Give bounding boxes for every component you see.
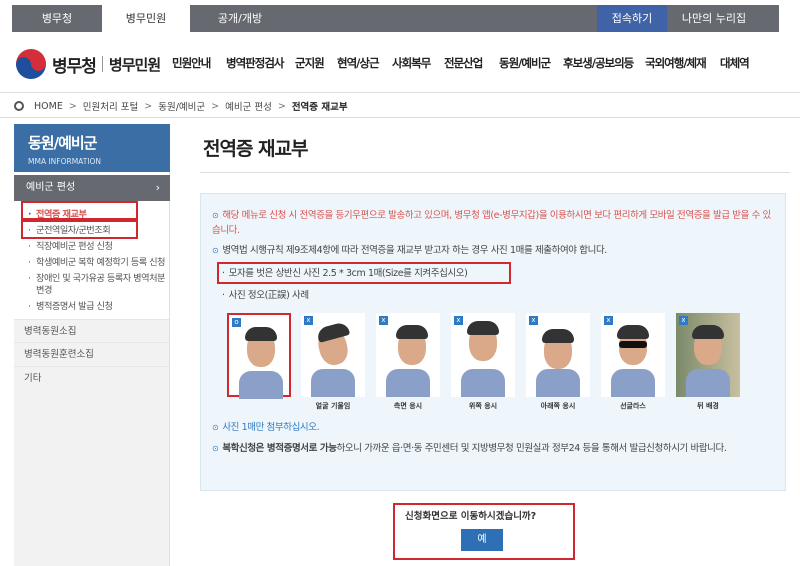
breadcrumb-portal[interactable]: 민원처리 포털	[83, 99, 138, 113]
photo-caption-tilted: 얼굴 기울임	[315, 402, 351, 410]
photo-example-background: x	[676, 313, 740, 397]
notice-return-school-text: 하오니 가까운 읍·면·동 주민센터 및 지방병무청 민원실과 정부24 등을 …	[336, 443, 727, 454]
gnb-enlist[interactable]: 군지원	[295, 55, 325, 71]
taegeuk-logo-icon	[16, 49, 46, 79]
tab-open-data[interactable]: 공개/개방	[190, 5, 290, 32]
notice-mobile-wallet: ⊙ 해당 메뉴로 신청 시 전역증을 등기우편으로 발송하고 있으며, 병무청 앱…	[212, 210, 771, 236]
page-title: 전역증 재교부	[203, 138, 308, 160]
notice-mobile-wallet-text: 해당 메뉴로 신청 시 전역증을 등기우편으로 발송하고 있으며, 병무청 앱(…	[212, 210, 771, 236]
my-page-button[interactable]: 나만의 누리집	[667, 5, 761, 32]
breadcrumb-reserve[interactable]: 예비군 편성	[225, 99, 272, 113]
gnb-overseas[interactable]: 국외여행/체재	[645, 55, 707, 71]
gnb-exam[interactable]: 병역판정검사	[226, 55, 284, 71]
highlight-box-lookup	[21, 220, 138, 239]
photo-example-correct: o	[227, 313, 291, 399]
wrong-mark-icon: x	[529, 316, 538, 325]
gnb-active-duty[interactable]: 현역/상근	[337, 55, 380, 71]
notice-return-school-bold: 복학신청은 병적증명서로 가능	[222, 443, 337, 454]
top-bar: 병무청 병무민원 공개/개방 접속하기 나만의 누리집	[0, 0, 800, 38]
logo-sub-text: 병무민원	[108, 55, 161, 74]
wrong-mark-icon: x	[304, 316, 313, 325]
sub-item-military-cert[interactable]: 병적증명서 발급 신청	[24, 299, 169, 315]
sidebar-item-label: 예비군 편성	[26, 182, 76, 193]
sidebar-item-mobilization-training[interactable]: 병력동원훈련소집	[14, 343, 169, 367]
gnb-mobilization[interactable]: 동원/예비군	[499, 55, 551, 71]
photo-example-tilted: x	[301, 313, 365, 397]
gnb-social-service[interactable]: 사회복무	[392, 55, 431, 71]
tab-civil-service[interactable]: 병무민원	[102, 5, 190, 33]
gnb-alternative[interactable]: 대체역	[720, 55, 750, 71]
photo-caption-side: 측면 응시	[393, 402, 423, 410]
gnb-civil-guide[interactable]: 민원안내	[172, 55, 211, 71]
sidebar-title: 동원/예비군	[28, 134, 97, 152]
photo-example-down: x	[526, 313, 590, 397]
breadcrumb: HOME > 민원처리 포털 > 동원/예비군 > 예비군 편성 > 전역증 재…	[14, 99, 348, 113]
highlight-box-reissue	[21, 201, 138, 220]
sub-item-student-reserve[interactable]: 학생예비군 복학 예정학기 등록 신청	[24, 255, 169, 271]
connect-button[interactable]: 접속하기	[597, 5, 667, 32]
highlight-box-photo-spec	[217, 262, 511, 284]
notice-one-photo-text: 사진 1매만 첨부하십시오.	[222, 422, 320, 433]
sidebar: 동원/예비군 MMA INFORMATION 예비군 편성 › 전역증 재교부 …	[14, 124, 170, 566]
site-logo[interactable]: 병무청 병무민원	[16, 48, 161, 80]
logo-main-text: 병무청	[52, 56, 97, 77]
wrong-mark-icon: x	[679, 316, 688, 325]
photo-example-line: · 사진 정오(正誤) 사례	[222, 290, 309, 301]
sub-item-workplace-reserve[interactable]: 직장예비군 편성 신청	[24, 239, 169, 255]
sidebar-subtitle: MMA INFORMATION	[28, 157, 102, 166]
photo-caption-background: 뒤 배경	[697, 402, 719, 410]
photo-examples: o x 얼굴 기울임 x 측면 응시 x 위쪽 응시 x 아래쪽 응시 x 선글…	[225, 313, 745, 413]
notice-one-photo: ⊙ 사진 1매만 첨부하십시오.	[212, 422, 320, 433]
sidebar-item-reserve-formation[interactable]: 예비군 편성 ›	[14, 175, 170, 201]
wrong-mark-icon: x	[604, 316, 613, 325]
correct-mark-icon: o	[232, 318, 241, 327]
highlight-box-confirm	[393, 503, 575, 560]
photo-example-text: 사진 정오(正誤) 사례	[228, 290, 309, 301]
notice-return-school: ⊙ 복학신청은 병적증명서로 가능하오니 가까운 읍·면·동 주민센터 및 지방병…	[212, 443, 727, 454]
photo-example-up: x	[451, 313, 515, 397]
gnb-special-industry[interactable]: 전문산업	[444, 55, 483, 71]
photo-caption-down: 아래쪽 응시	[540, 402, 576, 410]
home-icon[interactable]	[14, 101, 24, 111]
photo-caption-sunglasses: 선글라스	[620, 402, 646, 410]
gnb-candidate[interactable]: 후보생/공보의등	[563, 55, 634, 71]
photo-caption-up: 위쪽 응시	[468, 402, 498, 410]
sidebar-item-mobilization[interactable]: 병력동원소집	[14, 319, 169, 343]
notice-photo-required-text: 병역법 시행규칙 제9조제4항에 따라 전역증을 재교부 받고자 하는 경우 사…	[222, 245, 607, 256]
tab-mma[interactable]: 병무청	[12, 5, 102, 32]
notice-photo-required: ⊙ 병역법 시행규칙 제9조제4항에 따라 전역증을 재교부 받고자 하는 경우 …	[212, 245, 607, 256]
breadcrumb-mobilization[interactable]: 동원/예비군	[158, 99, 205, 113]
photo-example-side: x	[376, 313, 440, 397]
photo-example-sunglasses: x	[601, 313, 665, 397]
breadcrumb-current: 전역증 재교부	[291, 102, 348, 113]
sub-item-disability-change[interactable]: 장애인 및 국가유공 등록자 병역처분변경	[24, 271, 169, 299]
sidebar-item-etc[interactable]: 기타	[14, 367, 169, 391]
chevron-right-icon: ›	[155, 181, 160, 194]
sidebar-header: 동원/예비군 MMA INFORMATION	[14, 124, 170, 172]
breadcrumb-home[interactable]: HOME	[34, 101, 63, 112]
wrong-mark-icon: x	[379, 316, 388, 325]
wrong-mark-icon: x	[454, 316, 463, 325]
